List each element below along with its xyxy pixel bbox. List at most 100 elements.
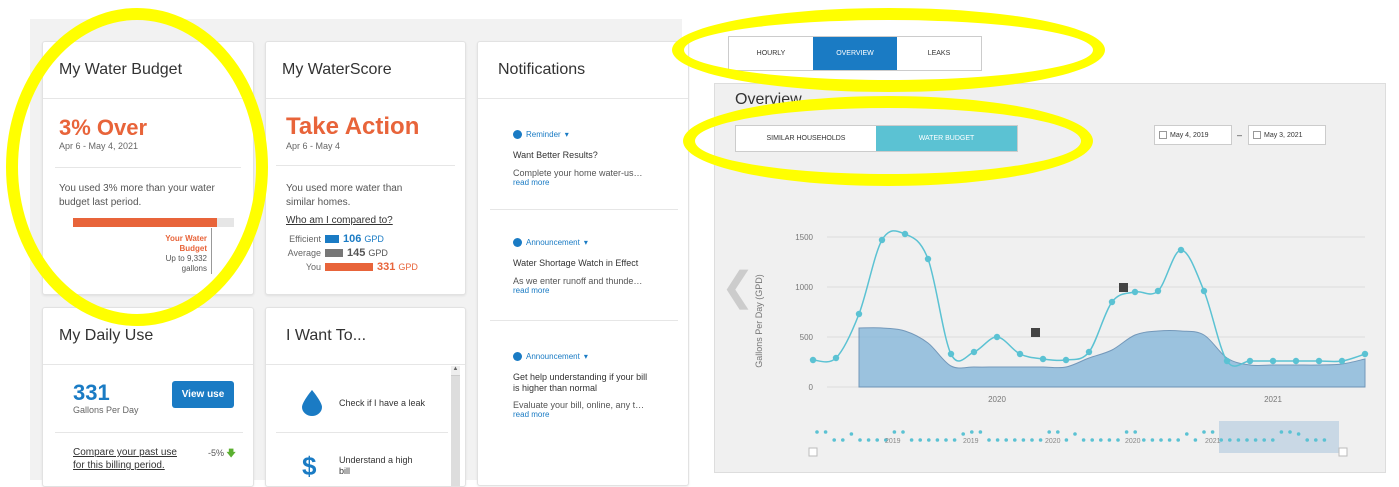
nav-point (875, 438, 879, 442)
nav-point (1107, 438, 1112, 442)
i-want-to-title: I Want To... (266, 308, 465, 365)
read-more-link[interactable]: read more (513, 178, 688, 187)
calendar-icon (1253, 131, 1261, 139)
nav-point (909, 438, 914, 442)
budget-limit-line (211, 228, 212, 274)
nav-point (858, 438, 862, 442)
nav-point (1185, 432, 1189, 436)
read-more-link[interactable]: read more (513, 410, 688, 419)
tab-hourly[interactable]: HOURLY (729, 37, 813, 70)
data-point (1062, 356, 1070, 364)
daily-unit: Gallons Per Day (73, 405, 139, 415)
compare-link[interactable]: Who am I compared to? (266, 210, 465, 226)
change-indicator: -5% 🡇 (208, 448, 236, 458)
tab-similar-households[interactable]: SIMILAR HOUSEHOLDS (736, 126, 876, 151)
notification-item[interactable]: Reminder ▾ Want Better Results? Complete … (513, 130, 688, 187)
nav-point (1099, 438, 1103, 442)
tab-leaks[interactable]: LEAKS (897, 37, 981, 70)
data-point (1154, 287, 1162, 295)
y-tick-label: 1500 (795, 233, 813, 242)
water-budget-card: My Water Budget 3% Over Apr 6 - May 4, 2… (42, 41, 254, 295)
note-icon (1119, 283, 1128, 292)
nav-point (1133, 430, 1137, 434)
budget-bar (73, 218, 234, 227)
nav-point (1176, 438, 1180, 442)
score-row-you: You 331 GPD (305, 261, 418, 273)
usage-panel: HOURLY OVERVIEW LEAKS Overview SIMILAR H… (690, 19, 1399, 480)
data-point (1223, 357, 1231, 365)
compare-tabs: SIMILAR HOUSEHOLDS WATER BUDGET (735, 125, 1018, 152)
dollar-icon: $ (302, 450, 317, 481)
score-dates: Apr 6 - May 4 (286, 141, 341, 151)
iwant-item-leak[interactable]: Check if I have a leak (302, 388, 452, 418)
nav-point (1116, 438, 1120, 442)
nav-point (1047, 430, 1051, 434)
data-point (1246, 357, 1254, 365)
nav-point (1030, 438, 1034, 442)
tab-overview[interactable]: OVERVIEW (813, 37, 897, 70)
data-point (1269, 357, 1277, 365)
score-row-efficient: Efficient 106 GPD (289, 233, 384, 245)
notification-item[interactable]: Announcement ▾ Water Shortage Watch in Ef… (513, 238, 688, 295)
budget-status: 3% Over (59, 115, 148, 140)
notification-item[interactable]: Announcement ▾ Get help understanding if … (513, 352, 688, 419)
x-tick-label: 2020 (988, 395, 1006, 404)
nav-point (1305, 438, 1309, 442)
nav-point (987, 438, 991, 442)
read-more-link[interactable]: read more (513, 286, 688, 295)
nav-point (970, 430, 974, 434)
nav-point (1056, 430, 1060, 434)
nav-scroll-right (1338, 447, 1348, 457)
compare-past-use-link[interactable]: Compare your past use for this billing p… (73, 446, 177, 472)
data-point (947, 350, 955, 358)
waterscore-card: My WaterScore Take Action Apr 6 - May 4 … (265, 41, 466, 295)
view-tabs: HOURLY OVERVIEW LEAKS (728, 36, 982, 71)
nav-point (1279, 430, 1284, 434)
nav-point (1322, 438, 1327, 442)
nav-point (1081, 438, 1086, 442)
iwant-scrollbar[interactable]: ▲ (451, 366, 460, 486)
budget-dates: Apr 6 - May 4, 2021 (59, 141, 139, 151)
down-arrow-icon: 🡇 (226, 448, 236, 458)
nav-point (1271, 438, 1275, 442)
water-drop-icon (302, 390, 322, 416)
data-point (1016, 350, 1024, 358)
chevron-down-icon: ▾ (583, 352, 588, 361)
nav-point (866, 438, 871, 442)
data-point (1039, 355, 1047, 363)
nav-point (815, 430, 819, 434)
nav-point (823, 430, 828, 434)
view-use-button[interactable]: View use (172, 381, 234, 408)
y-tick-label: 500 (800, 333, 814, 342)
nav-point (1124, 430, 1129, 434)
data-point (1361, 350, 1369, 358)
nav-point (978, 430, 983, 434)
data-point (809, 356, 817, 364)
data-point (878, 236, 886, 244)
data-point (832, 354, 840, 362)
nav-label: 2019 (963, 438, 979, 445)
nav-point (961, 432, 965, 436)
data-point (1131, 288, 1139, 296)
date-separator: – (1237, 130, 1243, 140)
chevron-down-icon: ▾ (583, 238, 588, 247)
date-to-input[interactable]: May 3, 2021 (1248, 125, 1326, 145)
nav-label: 2020 (1045, 438, 1061, 445)
date-from-input[interactable]: May 4, 2019 (1154, 125, 1232, 145)
info-icon (513, 130, 522, 139)
nav-point (918, 438, 922, 442)
y-tick-label: 0 (809, 383, 814, 392)
iwant-item-bill[interactable]: $ Understand a high bill (302, 451, 452, 481)
data-point (970, 348, 978, 356)
nav-point (1073, 432, 1077, 436)
data-point (901, 230, 909, 238)
nav-point (1210, 430, 1215, 434)
nav-point (1202, 430, 1206, 434)
nav-point (832, 438, 836, 442)
tab-water-budget[interactable]: WATER BUDGET (876, 126, 1017, 151)
navigator-range (1219, 421, 1339, 453)
data-point (924, 255, 932, 263)
nav-point (1245, 438, 1249, 442)
nav-point (1142, 438, 1146, 442)
score-text: You used more water than similar homes. (286, 183, 403, 208)
